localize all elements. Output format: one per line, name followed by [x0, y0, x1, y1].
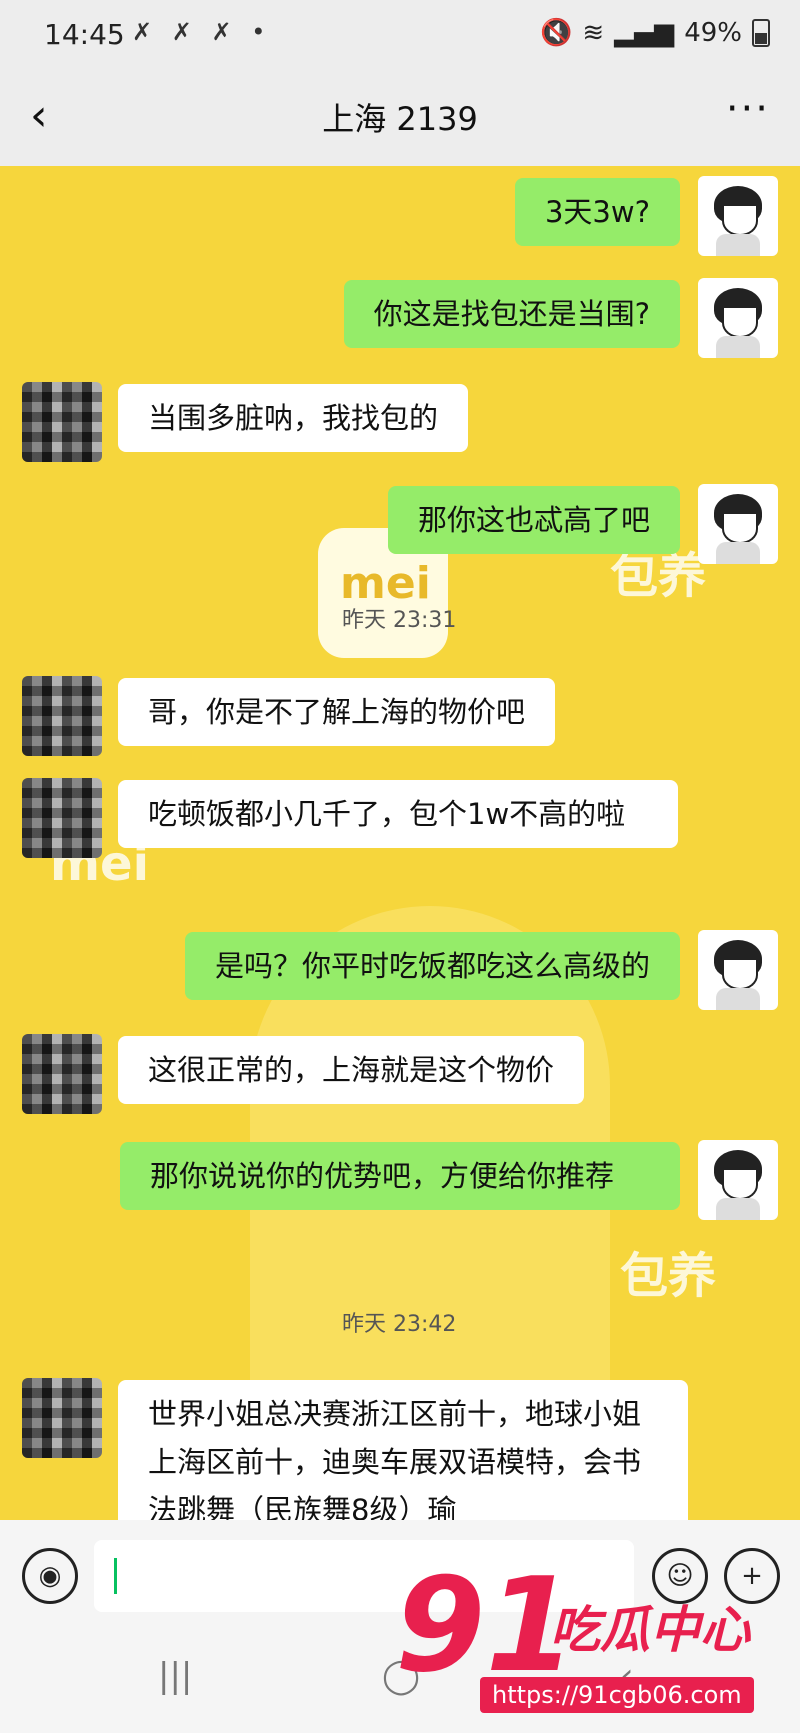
- battery-percent: 49%: [684, 18, 742, 48]
- contact-avatar[interactable]: [22, 382, 102, 462]
- site-watermark-logo: 91 吃瓜中心 https://91cgb06.com: [395, 1560, 795, 1730]
- my-avatar[interactable]: [698, 930, 778, 1010]
- mute-icon: 🔇: [540, 18, 573, 48]
- signal-icon: ▂▄▆: [614, 18, 675, 48]
- message-bubble-other[interactable]: 当围多脏呐，我找包的: [118, 384, 469, 452]
- voice-icon[interactable]: ◉: [22, 1548, 78, 1604]
- chat-header: ‹ 上海 2139 ···: [0, 72, 800, 166]
- logo-number: 91: [395, 1549, 576, 1701]
- logo-name: 吃瓜中心: [550, 1601, 750, 1659]
- wifi-icon: ≋: [582, 18, 605, 48]
- message-bubble-me[interactable]: 是吗？你平时吃饭都吃这么高级的: [184, 932, 680, 1000]
- status-right: 🔇 ≋ ▂▄▆ 49%: [540, 18, 770, 48]
- message-bubble-other[interactable]: 哥，你是不了解上海的物价吧: [118, 678, 556, 746]
- timestamp: 昨天 23:42: [342, 1312, 457, 1337]
- contact-avatar[interactable]: [22, 1378, 102, 1458]
- message-bubble-other[interactable]: 吃顿饭都小几千了，包个1w不高的啦: [118, 780, 678, 848]
- my-avatar[interactable]: [698, 484, 778, 564]
- logo-url: https://91cgb06.com: [480, 1677, 754, 1713]
- battery-icon: [752, 19, 770, 47]
- contact-avatar[interactable]: [22, 1034, 102, 1114]
- my-avatar[interactable]: [698, 278, 778, 358]
- message-bubble-other[interactable]: 世界小姐总决赛浙江区前十，地球小姐上海区前十，迪奥车展双语模特，会书法跳舞（民族…: [118, 1380, 688, 1520]
- text-caret: [114, 1558, 117, 1594]
- more-options-button[interactable]: ···: [726, 86, 770, 132]
- timestamp: 昨天 23:31: [342, 608, 457, 633]
- contact-avatar[interactable]: [22, 676, 102, 756]
- message-bubble-other[interactable]: 这很正常的，上海就是这个物价: [118, 1036, 585, 1104]
- status-time: 14:45: [44, 18, 125, 51]
- chat-area[interactable]: mei 包养 mei 包养 3天3w? 你这是找包还是当围? 当围多脏呐，我找包…: [0, 166, 800, 1520]
- message-bubble-me[interactable]: 3天3w?: [514, 178, 680, 246]
- notification-icons: ✗ ✗ ✗ •: [132, 18, 272, 46]
- message-bubble-me[interactable]: 那你说说你的优势吧，方便给你推荐: [120, 1142, 680, 1210]
- my-avatar[interactable]: [698, 176, 778, 256]
- contact-avatar[interactable]: [22, 778, 102, 858]
- my-avatar[interactable]: [698, 1140, 778, 1220]
- watermark-text-2: 包养: [620, 1248, 717, 1304]
- message-bubble-me[interactable]: 那你这也忒高了吧: [387, 486, 680, 554]
- chat-title: 上海 2139: [322, 100, 478, 138]
- recents-button[interactable]: |||: [158, 1656, 192, 1696]
- status-bar: 14:45 ✗ ✗ ✗ • 🔇 ≋ ▂▄▆ 49%: [0, 0, 800, 72]
- message-bubble-me[interactable]: 你这是找包还是当围?: [343, 280, 680, 348]
